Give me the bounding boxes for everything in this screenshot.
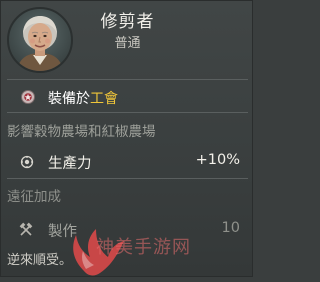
productivity-row: 生產力 +10% <box>1 150 254 172</box>
expedition-bonus-heading: 遠征加成 <box>7 189 61 205</box>
divider <box>7 178 248 179</box>
divider <box>7 112 248 113</box>
equipped-in-row: 裝備於工會 <box>1 87 254 107</box>
unit-name: 修剪者 <box>100 12 155 32</box>
equipped-in-prefix: 裝備於 <box>48 91 90 107</box>
productivity-label: 生產力 <box>48 156 92 172</box>
equipped-building[interactable]: 工會 <box>90 91 118 107</box>
tooltip-header: 修剪者 普通 <box>1 1 254 79</box>
equipped-in-text: 裝備於工會 <box>48 88 118 108</box>
badge-icon <box>20 89 36 105</box>
crafting-value: 10 <box>221 220 240 236</box>
unit-rarity: 普通 <box>114 36 141 51</box>
influence-description: 影響穀物農場和紅椒農場 <box>7 124 156 140</box>
gear-icon <box>20 154 34 169</box>
flavor-text: 逆來順受。 <box>7 253 73 268</box>
watermark-text: 神美手游网 <box>96 237 191 258</box>
divider <box>7 79 248 80</box>
crafting-label: 製作 <box>48 224 77 240</box>
unit-tooltip-panel: 修剪者 普通 裝備於工會 影響穀物農場和紅椒農場 生產力 +10% 遠征加成 製… <box>0 0 253 277</box>
crossed-hammer-icon <box>18 222 34 238</box>
productivity-value: +10% <box>195 152 240 168</box>
